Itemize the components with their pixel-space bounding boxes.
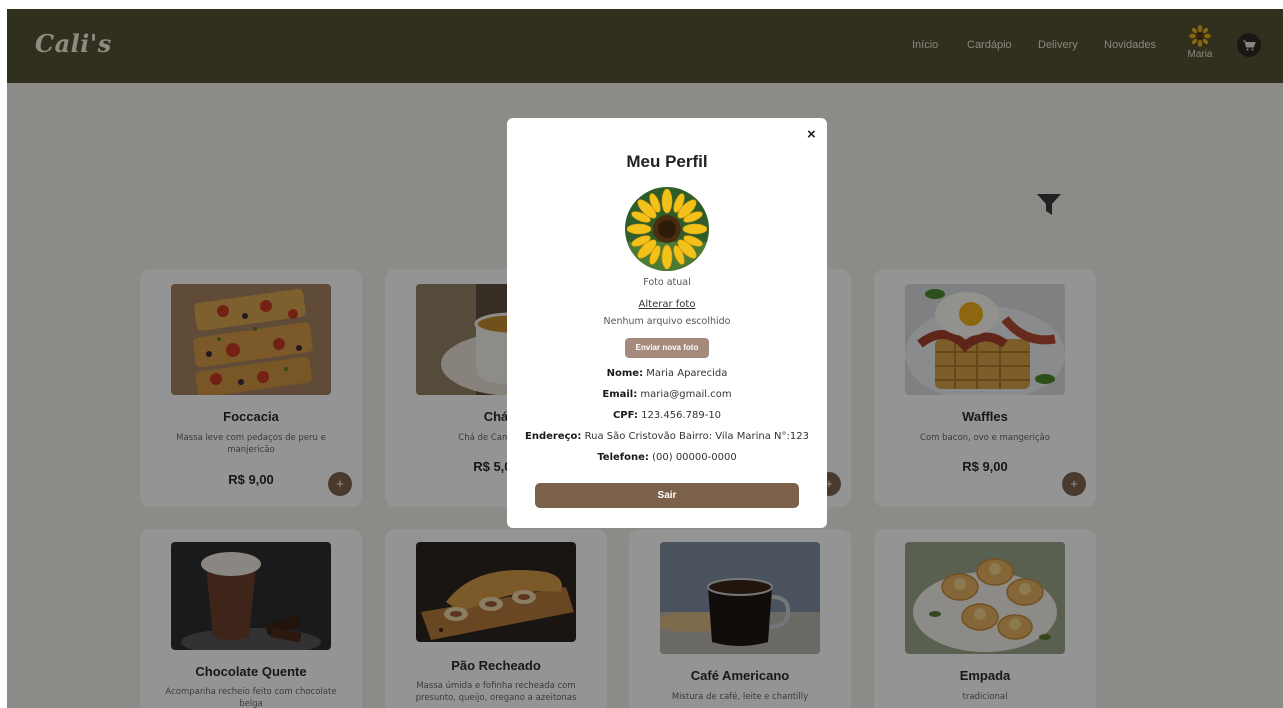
field-label: Telefone: (597, 452, 649, 463)
field-telefone: Telefone: (00) 00000-0000 (507, 452, 827, 463)
sunflower-photo-icon (625, 187, 709, 271)
field-label: Nome: (606, 368, 644, 379)
field-label: CPF: (612, 410, 638, 421)
file-status: Nenhum arquivo escolhido (603, 316, 731, 327)
page: Cali's Início Cardápio Delivery Novidade… (7, 9, 1283, 708)
field-nome: Nome: Maria Aparecida (507, 368, 827, 379)
change-photo-link[interactable]: Alterar foto (639, 299, 696, 310)
photo-caption: Foto atual (643, 277, 691, 288)
field-value: Maria Aparecida (646, 368, 728, 379)
field-value: maria@gmail.com (640, 389, 732, 400)
close-button[interactable]: × (807, 126, 816, 143)
field-value: (00) 00000-0000 (652, 452, 737, 463)
profile-photo (625, 187, 709, 271)
logout-button[interactable]: Sair (535, 483, 799, 508)
modal-title: Meu Perfil (626, 152, 708, 171)
field-label: Endereço: (525, 431, 582, 442)
upload-photo-button[interactable]: Enviar nova foto (625, 338, 709, 358)
field-email: Email: maria@gmail.com (507, 389, 827, 400)
field-value: 123.456.789-10 (641, 410, 722, 421)
field-cpf: CPF: 123.456.789-10 (507, 410, 827, 421)
field-endereco: Endereço: Rua São Cristovão Bairro: Vila… (507, 431, 827, 442)
field-label: Email: (602, 389, 638, 400)
field-value: Rua São Cristovão Bairro: Vila Marina N°… (584, 431, 809, 442)
profile-modal: × Meu Perfil Foto atual Alterar foto Nen… (507, 118, 827, 528)
